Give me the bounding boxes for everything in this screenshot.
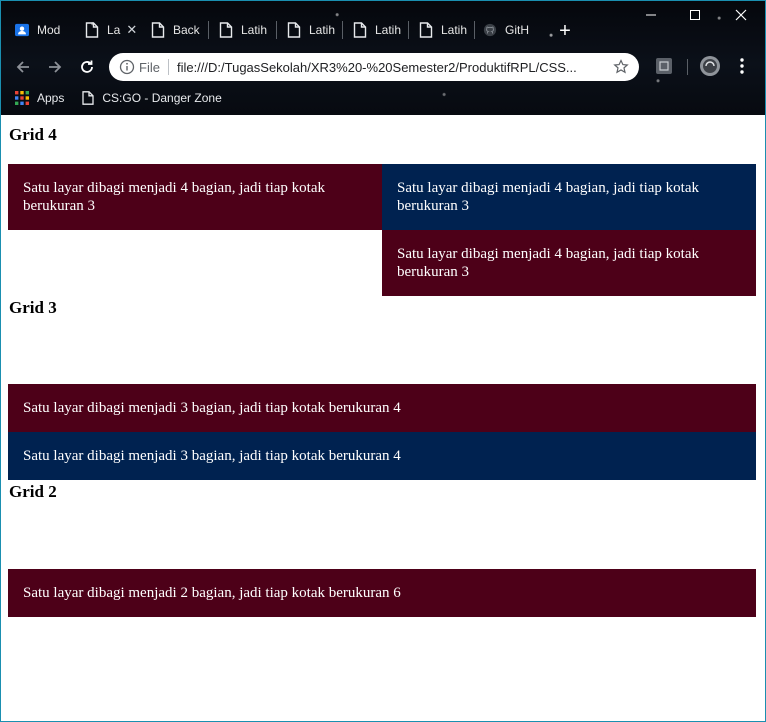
minimize-button[interactable] bbox=[629, 1, 673, 29]
apps-grid-icon bbox=[15, 91, 29, 105]
tab-label: Latih bbox=[241, 23, 268, 37]
tab-mod[interactable]: Mod bbox=[15, 11, 71, 49]
tab-label: La bbox=[107, 23, 121, 37]
grid-box: Satu layar dibagi menjadi 3 bagian, jadi… bbox=[8, 384, 756, 432]
grid-box: Satu layar dibagi menjadi 2 bagian, jadi… bbox=[8, 569, 756, 617]
star-icon[interactable] bbox=[613, 59, 629, 75]
grid-box: Satu layar dibagi menjadi 4 bagian, jadi… bbox=[382, 230, 756, 296]
forward-button[interactable] bbox=[43, 55, 67, 79]
reload-button[interactable] bbox=[75, 55, 99, 79]
tab-latih-1[interactable]: Latih bbox=[219, 11, 277, 49]
toolbar: File file:///D:/TugasSekolah/XR3%20-%20S… bbox=[1, 51, 765, 83]
arrow-right-icon bbox=[49, 61, 62, 73]
page-icon bbox=[151, 22, 165, 38]
url-text[interactable]: file:///D:/TugasSekolah/XR3%20-%20Semest… bbox=[177, 60, 607, 75]
bookmark-csgo[interactable]: CS:GO - Danger Zone bbox=[82, 91, 222, 105]
section-heading-grid-4: Grid 4 bbox=[9, 125, 57, 144]
tab-github[interactable]: GitH bbox=[483, 11, 541, 49]
address-bar[interactable]: File file:///D:/TugasSekolah/XR3%20-%20S… bbox=[109, 53, 639, 81]
arrow-left-icon bbox=[16, 61, 29, 73]
page-icon bbox=[219, 22, 233, 38]
github-icon bbox=[483, 23, 497, 37]
grid-box: Satu layar dibagi menjadi 4 bagian, jadi… bbox=[8, 164, 382, 230]
extension-button[interactable] bbox=[655, 57, 673, 80]
maximize-icon bbox=[690, 10, 700, 20]
page-icon bbox=[287, 22, 301, 38]
profile-avatar-button[interactable] bbox=[699, 55, 721, 82]
avatar bbox=[700, 56, 720, 76]
minimize-icon bbox=[646, 14, 656, 16]
extension-icon bbox=[656, 58, 672, 74]
profile-icon bbox=[15, 23, 29, 37]
browser-chrome: Mod La ✕ Back Latih Latih Latih Latih Gi… bbox=[1, 1, 765, 115]
tab-active[interactable]: La ✕ bbox=[85, 11, 141, 49]
page-icon bbox=[353, 22, 367, 38]
kebab-menu-icon bbox=[740, 58, 744, 74]
page-icon bbox=[82, 91, 95, 105]
new-tab-button[interactable]: + bbox=[555, 21, 575, 41]
maximize-button[interactable] bbox=[673, 1, 717, 29]
tab-strip: Mod La ✕ Back Latih Latih Latih Latih Gi… bbox=[1, 9, 765, 49]
scheme-label: File bbox=[139, 59, 160, 75]
bookmarks-bar: Apps CS:GO - Danger Zone bbox=[1, 85, 765, 111]
grid-box: Satu layar dibagi menjadi 4 bagian, jadi… bbox=[382, 164, 756, 230]
reload-icon bbox=[81, 60, 93, 73]
menu-button[interactable] bbox=[735, 57, 749, 80]
tab-latih-2[interactable]: Latih bbox=[287, 11, 343, 49]
tab-label: Mod bbox=[37, 23, 61, 37]
page-viewport: Grid 4 Satu layar dibagi menjadi 4 bagia… bbox=[1, 115, 765, 720]
tab-label: GitH bbox=[505, 23, 529, 37]
tab-latih-4[interactable]: Latih bbox=[419, 11, 475, 49]
page-icon bbox=[419, 22, 433, 38]
tab-label: Latih bbox=[309, 23, 336, 37]
tab-back[interactable]: Back bbox=[151, 11, 209, 49]
page-icon bbox=[85, 22, 99, 38]
tab-label: Back bbox=[173, 23, 200, 37]
close-icon bbox=[735, 9, 747, 21]
tab-latih-3[interactable]: Latih bbox=[353, 11, 409, 49]
grid-box: Satu layar dibagi menjadi 3 bagian, jadi… bbox=[8, 432, 756, 480]
tab-label: Latih bbox=[375, 23, 402, 37]
close-window-button[interactable] bbox=[719, 1, 763, 29]
info-icon[interactable] bbox=[119, 59, 135, 75]
section-heading-grid-2: Grid 2 bbox=[9, 482, 57, 501]
bookmark-apps[interactable]: Apps bbox=[15, 91, 64, 105]
tab-label: Latih bbox=[441, 23, 468, 37]
bookmark-label: Apps bbox=[37, 91, 65, 105]
close-icon[interactable]: ✕ bbox=[126, 22, 137, 38]
bookmark-label: CS:GO - Danger Zone bbox=[102, 91, 222, 105]
section-heading-grid-3: Grid 3 bbox=[9, 298, 57, 317]
back-button[interactable] bbox=[11, 55, 35, 79]
